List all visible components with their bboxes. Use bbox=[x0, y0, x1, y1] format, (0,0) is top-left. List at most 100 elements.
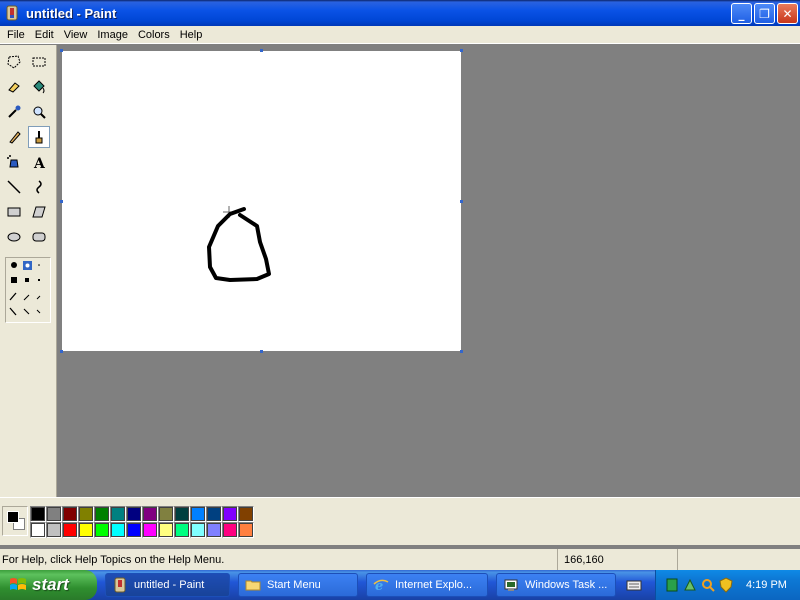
resize-handle bbox=[60, 49, 63, 52]
select-icon[interactable] bbox=[28, 51, 50, 73]
rounded-rectangle-icon[interactable] bbox=[28, 226, 50, 248]
toolbox: A bbox=[0, 45, 57, 497]
drawing-canvas[interactable] bbox=[60, 49, 463, 353]
color-swatch[interactable] bbox=[158, 522, 174, 538]
window-title: untitled - Paint bbox=[26, 5, 117, 21]
drawing-stroke bbox=[207, 206, 271, 282]
system-tray: 4:19 PM bbox=[655, 570, 800, 600]
menu-colors[interactable]: Colors bbox=[133, 29, 175, 41]
resize-handle[interactable] bbox=[260, 350, 263, 353]
cursor-coordinates: 166,160 bbox=[558, 549, 678, 570]
menu-view[interactable]: View bbox=[59, 29, 93, 41]
menu-edit[interactable]: Edit bbox=[30, 29, 59, 41]
maximize-button[interactable]: ❐ bbox=[754, 3, 775, 24]
title-bar[interactable]: untitled - Paint _ ❐ ✕ bbox=[0, 0, 800, 26]
color-swatch[interactable] bbox=[62, 506, 78, 522]
resize-handle[interactable] bbox=[460, 200, 463, 203]
minimize-button[interactable]: _ bbox=[731, 3, 752, 24]
color-swatch[interactable] bbox=[222, 522, 238, 538]
taskbar-task-manager[interactable]: Windows Task ... bbox=[496, 573, 616, 597]
color-swatch[interactable] bbox=[126, 506, 142, 522]
color-swatch[interactable] bbox=[222, 506, 238, 522]
status-help-text: For Help, click Help Topics on the Help … bbox=[0, 549, 558, 570]
windows-logo-icon bbox=[10, 578, 26, 590]
clock[interactable]: 4:19 PM bbox=[746, 579, 787, 591]
taskbar-task-manager-label: Windows Task ... bbox=[525, 579, 608, 591]
menu-image[interactable]: Image bbox=[92, 29, 133, 41]
resize-handle bbox=[460, 49, 463, 52]
svg-text:A: A bbox=[33, 156, 46, 170]
paint-app-icon bbox=[114, 577, 126, 593]
fill-bucket-icon[interactable] bbox=[28, 76, 50, 98]
menu-file[interactable]: File bbox=[2, 29, 30, 41]
color-swatch[interactable] bbox=[78, 506, 94, 522]
crosshair-cursor-icon bbox=[223, 206, 235, 218]
brush-shape-options-icon[interactable] bbox=[6, 258, 50, 322]
menu-help[interactable]: Help bbox=[175, 29, 208, 41]
taskbar-paint-label: untitled - Paint bbox=[134, 579, 205, 591]
taskbar-start-menu[interactable]: Start Menu bbox=[238, 573, 358, 597]
foreground-color bbox=[7, 511, 19, 523]
canvas-workspace[interactable] bbox=[57, 45, 800, 497]
safely-remove-hardware-icon[interactable] bbox=[682, 577, 698, 593]
color-swatch[interactable] bbox=[30, 506, 46, 522]
paint-app-icon[interactable] bbox=[4, 5, 20, 21]
color-swatch[interactable] bbox=[94, 522, 110, 538]
resize-handle[interactable] bbox=[460, 350, 463, 353]
color-swatch[interactable] bbox=[238, 522, 254, 538]
eraser-icon[interactable] bbox=[3, 76, 25, 98]
internet-explorer-icon: e bbox=[373, 579, 389, 593]
start-label: start bbox=[32, 575, 69, 594]
taskbar-paint[interactable]: untitled - Paint bbox=[105, 573, 230, 597]
color-swatch[interactable] bbox=[126, 522, 142, 538]
color-swatch[interactable] bbox=[110, 522, 126, 538]
magnifier-icon[interactable] bbox=[28, 101, 50, 123]
status-bar: For Help, click Help Topics on the Help … bbox=[0, 549, 800, 570]
color-swatch[interactable] bbox=[238, 506, 254, 522]
network-icon[interactable] bbox=[664, 577, 680, 593]
search-icon[interactable] bbox=[700, 577, 716, 593]
task-manager-icon bbox=[504, 579, 518, 591]
ellipse-icon[interactable] bbox=[3, 226, 25, 248]
menu-bar: File Edit View Image Colors Help bbox=[0, 26, 800, 44]
color-swatch[interactable] bbox=[206, 522, 222, 538]
folder-icon bbox=[245, 580, 261, 591]
taskbar-internet-explorer[interactable]: e Internet Explo... bbox=[366, 573, 488, 597]
color-swatch[interactable] bbox=[174, 522, 190, 538]
pencil-icon[interactable] bbox=[3, 126, 25, 148]
pick-color-icon[interactable] bbox=[3, 101, 25, 123]
brush-options-panel[interactable] bbox=[5, 257, 51, 323]
color-swatch[interactable] bbox=[94, 506, 110, 522]
text-icon[interactable]: A bbox=[28, 151, 50, 173]
line-icon[interactable] bbox=[3, 176, 25, 198]
color-swatch[interactable] bbox=[174, 506, 190, 522]
security-shield-icon[interactable] bbox=[718, 577, 734, 593]
free-form-select-icon[interactable] bbox=[3, 51, 25, 73]
keyboard-icon[interactable] bbox=[626, 578, 642, 592]
color-swatch[interactable] bbox=[46, 522, 62, 538]
airbrush-icon[interactable] bbox=[3, 151, 25, 173]
resize-handle bbox=[60, 200, 63, 203]
color-swatch[interactable] bbox=[206, 506, 222, 522]
color-swatch[interactable] bbox=[110, 506, 126, 522]
current-colors[interactable] bbox=[2, 506, 28, 536]
color-swatch[interactable] bbox=[142, 506, 158, 522]
brush-icon[interactable] bbox=[28, 126, 50, 148]
color-swatch[interactable] bbox=[190, 522, 206, 538]
color-swatch[interactable] bbox=[142, 522, 158, 538]
taskbar-start-menu-label: Start Menu bbox=[267, 579, 321, 591]
rectangle-icon[interactable] bbox=[3, 201, 25, 223]
color-swatch[interactable] bbox=[158, 506, 174, 522]
color-swatch[interactable] bbox=[62, 522, 78, 538]
color-swatch[interactable] bbox=[78, 522, 94, 538]
start-button[interactable]: start bbox=[0, 570, 97, 600]
taskbar: start untitled - Paint Start Menu e Inte… bbox=[0, 570, 800, 600]
color-swatch[interactable] bbox=[46, 506, 62, 522]
curve-icon[interactable] bbox=[28, 176, 50, 198]
close-button[interactable]: ✕ bbox=[777, 3, 798, 24]
polygon-icon[interactable] bbox=[28, 201, 50, 223]
taskbar-ie-label: Internet Explo... bbox=[395, 579, 473, 591]
resize-handle bbox=[260, 49, 263, 52]
color-swatch[interactable] bbox=[190, 506, 206, 522]
color-swatch[interactable] bbox=[30, 522, 46, 538]
